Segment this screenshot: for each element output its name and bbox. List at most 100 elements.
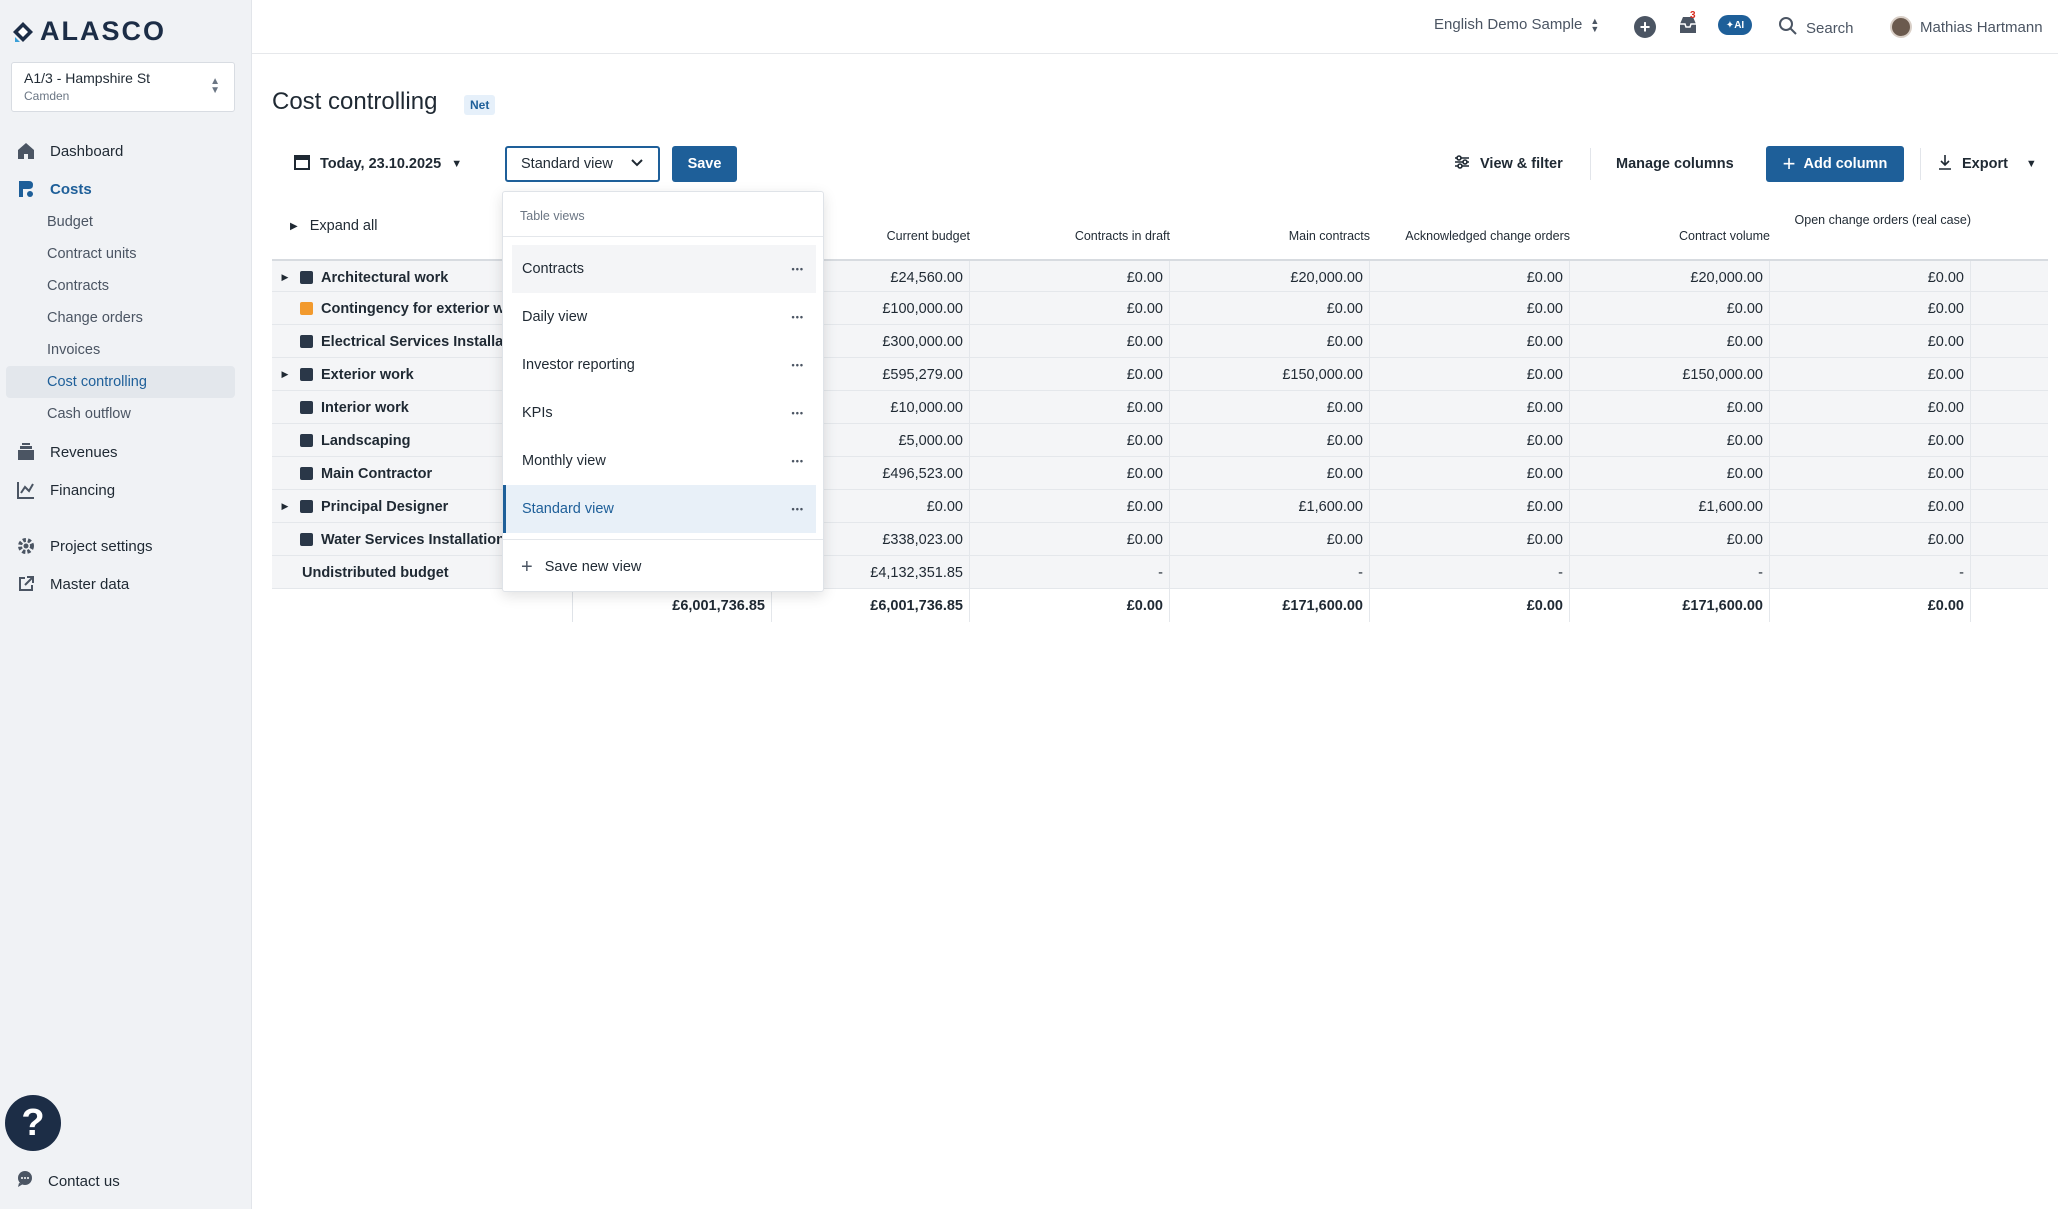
add-column-button[interactable]: + Add column — [1766, 146, 1904, 182]
export-button[interactable]: Export ▼ — [1938, 146, 2037, 182]
more-options-icon[interactable]: ••• — [792, 408, 804, 418]
nav-change-orders[interactable]: Change orders — [47, 310, 143, 326]
value-cell: £0.00 — [1370, 292, 1570, 325]
plus-circle-icon: + — [1634, 16, 1656, 38]
more-options-icon[interactable]: ••• — [792, 360, 804, 370]
category-color-swatch — [300, 500, 313, 513]
nav-cash-outflow[interactable]: Cash outflow — [47, 406, 131, 422]
nav-contracts[interactable]: Contracts — [47, 278, 109, 294]
inbox-icon: 3 — [1678, 10, 1698, 38]
value-cell: - — [1370, 556, 1570, 589]
financing-icon — [16, 480, 36, 500]
gear-icon — [16, 536, 36, 556]
value-cell: £0.00 — [1570, 424, 1770, 457]
view-option[interactable]: Standard view ••• — [503, 485, 816, 533]
project-selector[interactable]: A1/3 - Hampshire St Camden ▲ ▼ — [11, 62, 235, 112]
search-icon — [1778, 16, 1798, 40]
save-button[interactable]: Save — [672, 146, 737, 182]
view-option[interactable]: Daily view ••• — [512, 293, 816, 341]
contact-us-link[interactable]: Contact us — [16, 1170, 120, 1192]
nav-costs[interactable]: Costs — [16, 179, 92, 199]
more-options-icon[interactable]: ••• — [792, 264, 804, 274]
nav-contract-units[interactable]: Contract units — [47, 246, 136, 262]
value-cell: £0.00 — [970, 589, 1170, 622]
caret-right-icon[interactable]: ▶ — [278, 501, 292, 512]
updown-chevron-icon: ▲ ▼ — [1590, 15, 1600, 34]
nav-budget[interactable]: Budget — [47, 214, 93, 230]
workspace-label: English Demo Sample — [1434, 16, 1583, 33]
column-header[interactable]: Open change orders (real case) — [1791, 212, 1971, 228]
category-color-swatch — [300, 335, 313, 348]
save-new-view-button[interactable]: + Save new view — [521, 557, 641, 577]
date-picker[interactable]: Today, 23.10.2025 ▼ — [294, 146, 462, 182]
view-option[interactable]: Contracts ••• — [512, 245, 816, 293]
view-filter-label: View & filter — [1480, 156, 1563, 172]
value-cell: £0.00 — [970, 358, 1170, 391]
nav-financing-label: Financing — [50, 481, 116, 499]
nav-dashboard[interactable]: Dashboard — [16, 141, 123, 161]
nav-financing[interactable]: Financing — [16, 480, 115, 500]
category-color-swatch — [300, 368, 313, 381]
value-cell: - — [970, 556, 1170, 589]
value-cell: £0.00 — [1370, 490, 1570, 523]
net-badge: Net — [464, 95, 496, 115]
totals-row[interactable]: £6,001,736.85 £6,001,736.85 £0.00 £171,600.… — [272, 589, 2048, 622]
value-cell: £150,000.00 — [1170, 358, 1370, 391]
more-options-icon[interactable]: ••• — [792, 456, 804, 466]
nav-cost-controlling[interactable]: Cost controlling — [47, 374, 147, 390]
value-cell: - — [1570, 556, 1770, 589]
more-options-icon[interactable]: ••• — [792, 504, 804, 514]
caret-right-icon[interactable]: ▶ — [278, 272, 292, 283]
column-header[interactable]: Contracts in draft — [990, 228, 1170, 244]
view-option-label: Contracts — [522, 261, 585, 277]
logo[interactable]: ALASCO — [12, 16, 166, 47]
column-header[interactable]: Acknowledged change orders — [1390, 228, 1570, 244]
value-cell: £0.00 — [1170, 391, 1370, 424]
row-name: Interior work — [321, 399, 409, 416]
row-name-cell: Interior work — [272, 391, 409, 424]
value-cell: £0.00 — [1771, 325, 1971, 358]
manage-columns-button[interactable]: Manage columns — [1616, 146, 1734, 182]
row-name: Electrical Services Installa — [321, 333, 504, 350]
expand-all-button[interactable]: ▶ Expand all — [290, 218, 377, 234]
column-header[interactable]: Contract volume — [1590, 228, 1770, 244]
dropdown-header: Table views — [520, 209, 585, 223]
view-select[interactable]: Standard view — [505, 146, 660, 182]
help-button[interactable]: ? — [5, 1095, 61, 1151]
add-button[interactable]: + — [1634, 16, 1656, 38]
row-name-cell: Main Contractor — [272, 457, 432, 490]
column-header[interactable]: Main contracts — [1190, 228, 1370, 244]
category-color-swatch — [300, 401, 313, 414]
category-color-swatch — [300, 533, 313, 546]
value-cell: £150,000.00 — [1570, 358, 1770, 391]
value-cell: £0.00 — [1771, 523, 1971, 556]
caret-right-icon[interactable]: ▶ — [278, 369, 292, 380]
dropdown-divider — [503, 236, 823, 237]
value-cell: £0.00 — [970, 261, 1170, 294]
sidebar: ALASCO A1/3 - Hampshire St Camden ▲ ▼ Das… — [0, 0, 252, 1209]
value-cell: £0.00 — [1170, 292, 1370, 325]
nav-project-settings[interactable]: Project settings — [16, 536, 153, 556]
view-filter-button[interactable]: View & filter — [1454, 146, 1563, 182]
topbar: English Demo Sample ▲ ▼ + 3 ✦ AI Search Ma… — [252, 0, 2058, 54]
user-name: Mathias Hartmann — [1920, 18, 2043, 36]
caret-right-icon: ▶ — [290, 220, 298, 232]
value-cell: £0.00 — [1570, 292, 1770, 325]
value-cell: £0.00 — [1370, 457, 1570, 490]
nav-master-data[interactable]: Master data — [16, 574, 129, 594]
ai-button[interactable]: ✦ AI — [1718, 15, 1752, 35]
search-label: Search — [1806, 19, 1854, 37]
search-button[interactable]: Search — [1778, 16, 1854, 40]
view-option[interactable]: Monthly view ••• — [512, 437, 816, 485]
nav-project-settings-label: Project settings — [50, 537, 153, 555]
row-name: Water Services Installation — [321, 531, 506, 548]
view-option[interactable]: Investor reporting ••• — [512, 341, 816, 389]
nav-invoices[interactable]: Invoices — [47, 342, 100, 358]
notifications-button[interactable]: 3 — [1678, 10, 1698, 38]
nav-revenues[interactable]: Revenues — [16, 442, 118, 462]
more-options-icon[interactable]: ••• — [792, 312, 804, 322]
workspace-selector[interactable]: English Demo Sample ▲ ▼ — [1434, 16, 1599, 33]
calendar-icon — [294, 154, 310, 174]
user-menu[interactable]: Mathias Hartmann — [1890, 16, 2043, 38]
view-option[interactable]: KPIs ••• — [512, 389, 816, 437]
